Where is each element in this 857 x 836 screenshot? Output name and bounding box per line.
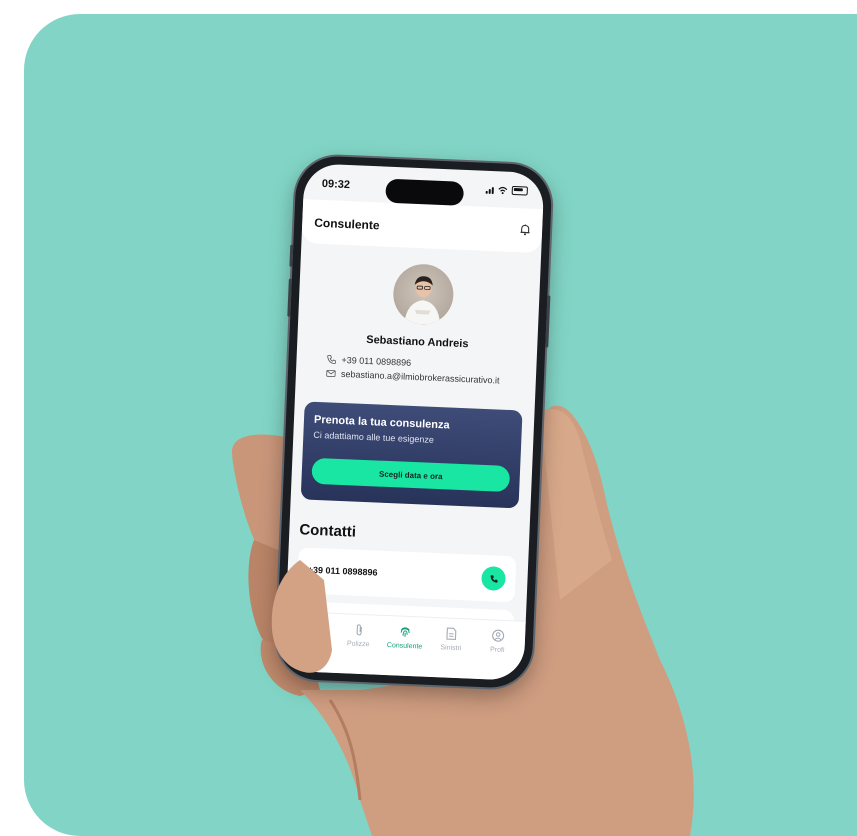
- tab-label: Sinistri: [440, 644, 462, 653]
- app-header: Consulente: [301, 199, 544, 254]
- tab-label: Polizze: [346, 640, 370, 649]
- bottom-tab-bar: Home Polizze Consulente Sinistri Profi: [283, 610, 526, 681]
- document-icon: [446, 627, 457, 641]
- phone-line: +39 011 0898896: [326, 354, 411, 368]
- signal-icon: [485, 185, 494, 194]
- email-line: sebastiano.a@ilmiobrokerassicurativo.it: [326, 368, 500, 386]
- avatar: [392, 263, 455, 326]
- phone-screen: 09:32 Consulente Sebastiano Andreis +39 …: [283, 163, 545, 681]
- phone-frame: 09:32 Consulente Sebastiano Andreis +39 …: [275, 154, 553, 690]
- phone-side-button: [289, 244, 294, 267]
- choose-date-button[interactable]: Scegli data e ora: [311, 457, 511, 493]
- dynamic-island: [385, 178, 465, 206]
- wifi-icon: [498, 186, 508, 194]
- home-icon: [306, 622, 319, 634]
- booking-card: Prenota la tua consulenza Ci adattiamo a…: [300, 401, 523, 509]
- phone-side-button: [287, 278, 292, 317]
- tab-sinistri[interactable]: Sinistri: [427, 618, 475, 679]
- status-icons: [485, 185, 528, 196]
- tab-polizze[interactable]: Polizze: [334, 614, 382, 675]
- tab-label: Consulente: [386, 642, 423, 651]
- phone-icon: [490, 574, 498, 583]
- avatar-person-image: [404, 276, 441, 326]
- bell-icon[interactable]: [518, 222, 533, 237]
- user-circle-icon: [491, 629, 504, 642]
- booking-subtitle: Ci adattiamo alle tue esigenze: [313, 429, 435, 445]
- page-title: Consulente: [313, 215, 380, 233]
- mail-icon: [326, 369, 336, 378]
- tab-profilo[interactable]: Profi: [473, 620, 521, 681]
- status-time: 09:32: [321, 177, 351, 192]
- battery-icon: [511, 185, 528, 196]
- tab-label: Home: [302, 638, 322, 647]
- fingerprint-icon: [400, 627, 410, 637]
- phone-icon: [327, 354, 336, 365]
- consultant-email[interactable]: sebastiano.a@ilmiobrokerassicurativo.it: [341, 369, 500, 386]
- tab-consulente[interactable]: Consulente: [380, 616, 428, 677]
- contact-card[interactable]: +39 011 0898896: [296, 547, 517, 603]
- contact-phone-number: +39 011 0898896: [307, 564, 378, 578]
- tab-home[interactable]: Home: [288, 612, 336, 673]
- tab-label: Profi: [489, 646, 505, 654]
- consultant-phone[interactable]: +39 011 0898896: [341, 355, 411, 368]
- paperclip-icon: [356, 624, 362, 636]
- contacts-section-title: Contatti: [299, 521, 357, 541]
- booking-title: Prenota la tua consulenza: [313, 413, 450, 432]
- call-button[interactable]: [481, 565, 507, 591]
- consultant-name: Sebastiano Andreis: [365, 333, 469, 351]
